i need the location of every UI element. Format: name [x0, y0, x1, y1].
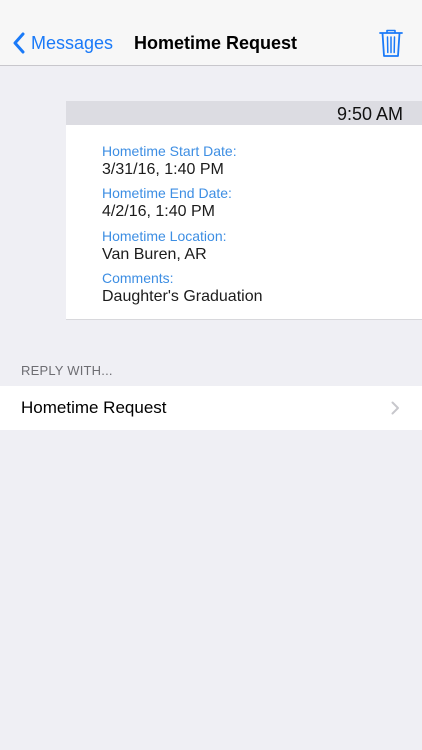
chevron-left-icon [13, 32, 25, 54]
field-label: Hometime Location: [102, 228, 227, 244]
back-button-label: Messages [31, 33, 114, 53]
message-time: 9:50 AM [336, 104, 403, 124]
reply-option-hometime-request[interactable]: Hometime Request [0, 386, 422, 430]
reply-option-label: Hometime Request [21, 398, 167, 417]
field-label: Hometime Start Date: [102, 143, 237, 159]
field-label: Comments: [102, 270, 174, 286]
back-button[interactable]: Messages [12, 30, 113, 56]
field-end-date: Hometime End Date: 4/2/16, 1:40 PM [102, 185, 232, 222]
field-location: Hometime Location: Van Buren, AR [102, 228, 227, 265]
trash-icon [379, 29, 403, 57]
field-value: 3/31/16, 1:40 PM [102, 161, 224, 178]
field-start-date: Hometime Start Date: 3/31/16, 1:40 PM [102, 143, 237, 180]
field-comments: Comments: Daughter's Graduation [102, 270, 262, 307]
field-label: Hometime End Date: [102, 185, 232, 201]
message-header: 9:50 AM [66, 101, 422, 125]
chevron-right-icon [391, 401, 399, 415]
field-value: Daughter's Graduation [102, 288, 263, 305]
field-value: Van Buren, AR [102, 246, 207, 263]
message-card: 9:50 AM Hometime Start Date: 3/31/16, 1:… [66, 101, 422, 320]
delete-button[interactable] [378, 28, 404, 58]
navigation-bar: Messages Hometime Request [0, 0, 422, 66]
reply-section-header: REPLY WITH... [21, 363, 113, 378]
screen: Messages Hometime Request 9:50 AM Hometi… [0, 0, 422, 750]
page-title: Hometime Request [134, 33, 298, 53]
field-value: 4/2/16, 1:40 PM [102, 203, 215, 220]
